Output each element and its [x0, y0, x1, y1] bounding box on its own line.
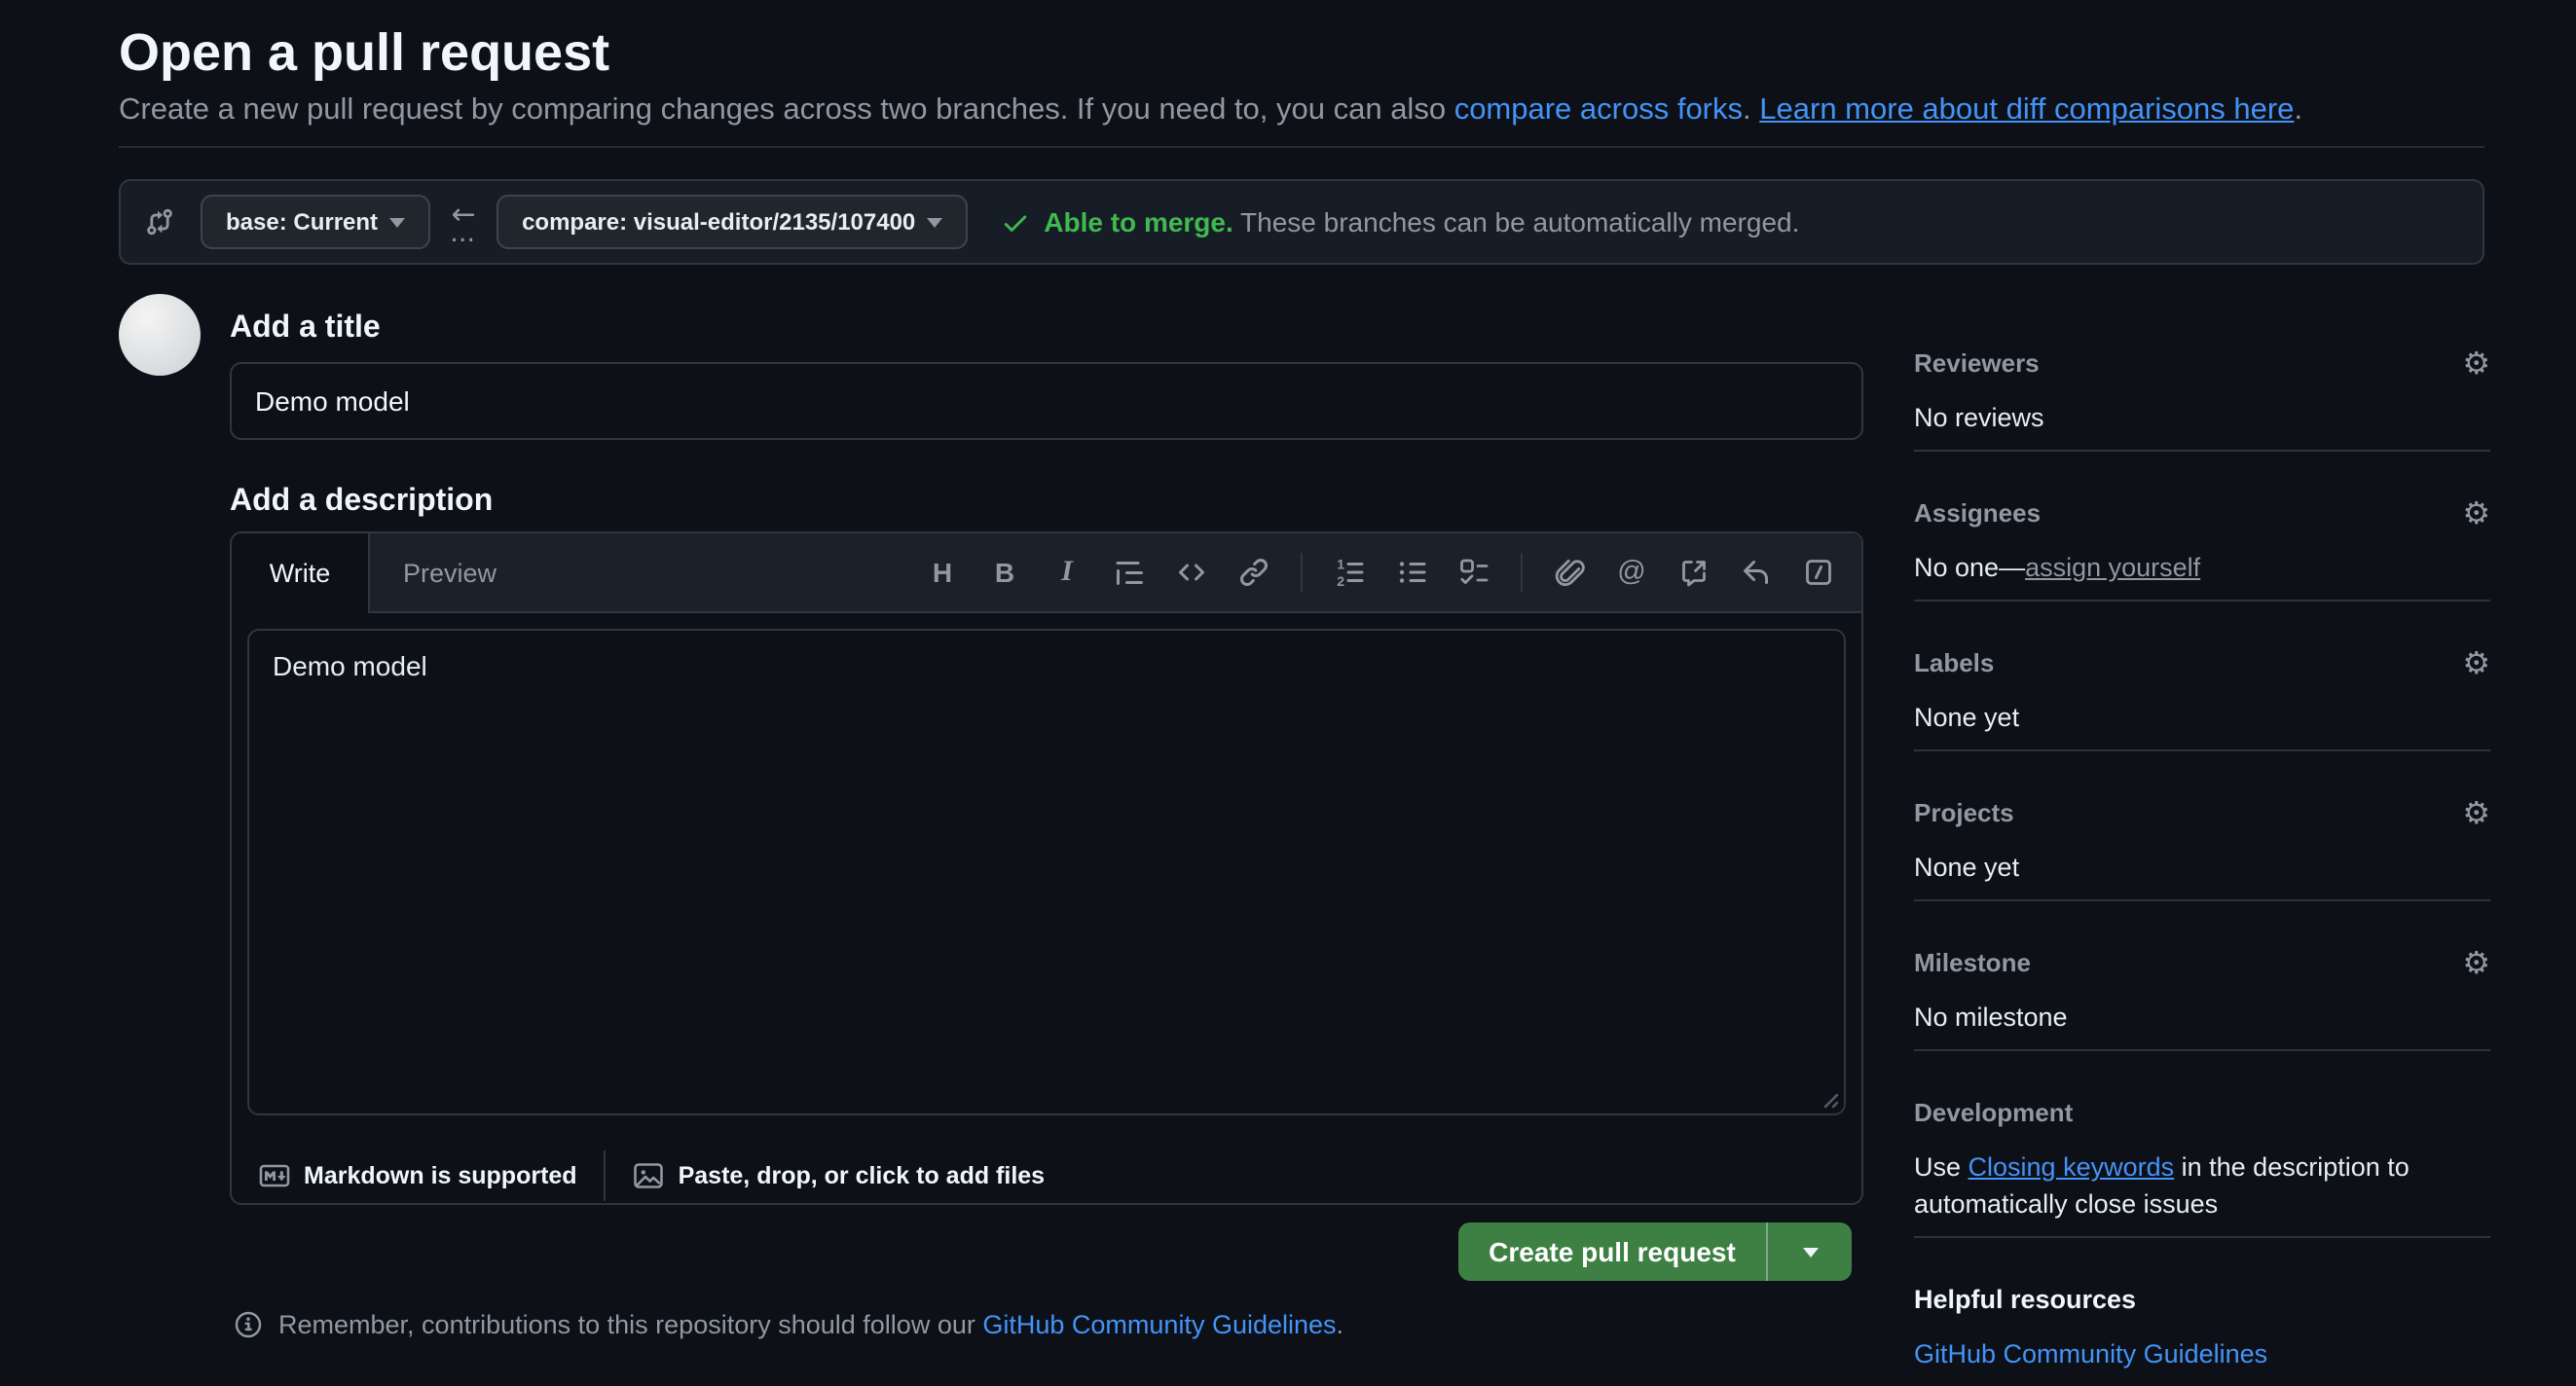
sidebar: Reviewers ⚙ No reviews Assignees ⚙ No one—… — [1914, 348, 2490, 1386]
bold-icon[interactable]: B — [989, 557, 1020, 588]
reviewers-title: Reviewers — [1914, 348, 2040, 380]
sidebar-section-milestone: Milestone ⚙ No milestone — [1914, 901, 2490, 1051]
create-options-dropdown[interactable] — [1766, 1222, 1852, 1281]
markdown-toolbar: H B I @ — [927, 553, 1861, 592]
check-icon — [999, 206, 1030, 237]
diff-comparisons-link[interactable]: Learn more about diff comparisons here — [1759, 93, 2294, 127]
gear-icon[interactable]: ⚙ — [2462, 498, 2490, 529]
pr-compose-page: Open a pull request Create a new pull re… — [0, 0, 2576, 1341]
projects-empty: None yet — [1914, 849, 2490, 886]
bulleted-list-icon[interactable] — [1396, 557, 1427, 588]
closing-keywords-link[interactable]: Closing keywords — [1969, 1152, 2175, 1182]
merge-status: Able to merge. These branches can be aut… — [999, 206, 1799, 237]
labels-empty: None yet — [1914, 699, 2490, 736]
editor-tab-bar: Write Preview H B I @ — [232, 533, 1861, 613]
avatar — [119, 294, 201, 376]
attach-note: Paste, drop, or click to add files — [679, 1162, 1046, 1189]
assignees-empty: No one— — [1914, 553, 2025, 582]
compare-across-forks-link[interactable]: compare across forks — [1454, 93, 1743, 127]
gear-icon[interactable]: ⚙ — [2462, 648, 2490, 679]
merge-status-ok: Able to merge. — [1044, 206, 1233, 237]
chevron-down-icon — [389, 217, 405, 227]
tab-write[interactable]: Write — [232, 533, 370, 613]
branch-compare-bar: base: Current ← … compare: visual-editor… — [119, 179, 2484, 265]
base-branch-selector[interactable]: base: Current — [201, 195, 430, 249]
description-heading: Add a description — [230, 483, 493, 522]
tab-preview[interactable]: Preview — [370, 533, 530, 611]
gear-icon[interactable]: ⚙ — [2462, 798, 2490, 829]
chevron-down-icon — [1802, 1247, 1818, 1257]
note-period: . — [1337, 1309, 1344, 1338]
toolbar-divider — [1521, 553, 1523, 592]
reviewers-empty: No reviews — [1914, 399, 2490, 436]
attach-files-button[interactable]: Paste, drop, or click to add files — [634, 1160, 1046, 1191]
development-title: Development — [1914, 1098, 2073, 1129]
description-editor: Write Preview H B I @ De — [230, 531, 1863, 1205]
title-heading: Add a title — [230, 310, 381, 348]
header-divider — [119, 146, 2484, 148]
heading-icon[interactable]: H — [927, 557, 958, 588]
sidebar-section-reviewers: Reviewers ⚙ No reviews — [1914, 348, 2490, 452]
subtitle-text: Create a new pull request by comparing c… — [119, 93, 1454, 127]
subtitle-period: . — [2294, 93, 2302, 127]
milestone-empty: No milestone — [1914, 999, 2490, 1036]
resize-handle[interactable] — [1817, 1086, 1840, 1110]
code-icon[interactable] — [1176, 557, 1207, 588]
chevron-down-icon — [927, 217, 942, 227]
labels-title: Labels — [1914, 648, 1994, 679]
base-branch-label: base: Current — [226, 208, 378, 236]
page-title: Open a pull request — [119, 19, 609, 86]
branch-direction-indicator: ← … — [450, 201, 477, 243]
markdown-supported-link[interactable]: Markdown is supported — [259, 1160, 577, 1191]
markdown-icon — [259, 1160, 290, 1191]
page-subtitle: Create a new pull request by comparing c… — [119, 90, 2302, 132]
sidebar-section-development: Development Use Closing keywords in the … — [1914, 1051, 2490, 1238]
markdown-note: Markdown is supported — [304, 1162, 577, 1189]
milestone-title: Milestone — [1914, 948, 2031, 979]
sidebar-section-labels: Labels ⚙ None yet — [1914, 602, 2490, 751]
subtitle-separator: . — [1743, 93, 1759, 127]
compare-branch-selector[interactable]: compare: visual-editor/2135/107400 — [497, 195, 968, 249]
community-guidelines-link[interactable]: GitHub Community Guidelines — [982, 1309, 1336, 1338]
info-icon — [232, 1308, 263, 1339]
loading-dots: … — [450, 228, 477, 243]
create-pull-request-button[interactable]: Create pull request — [1458, 1222, 1766, 1281]
task-list-icon[interactable] — [1458, 557, 1490, 588]
image-icon — [634, 1160, 665, 1191]
pr-title-input[interactable] — [230, 362, 1863, 440]
attach-file-icon[interactable] — [1554, 557, 1585, 588]
sidebar-section-helpful-resources: Helpful resources GitHub Community Guide… — [1914, 1238, 2490, 1386]
assign-yourself-link[interactable]: assign yourself — [2025, 553, 2200, 582]
editor-body: Demo model — [232, 613, 1861, 1131]
toolbar-divider — [1301, 553, 1303, 592]
editor-footer: Markdown is supported Paste, drop, or cl… — [232, 1131, 1861, 1221]
link-icon[interactable] — [1238, 557, 1270, 588]
note-text: Remember, contributions to this reposito… — [278, 1309, 982, 1338]
quote-icon[interactable] — [1114, 557, 1145, 588]
slash-commands-icon[interactable] — [1803, 557, 1834, 588]
cross-reference-icon[interactable] — [1678, 557, 1710, 588]
create-pull-request-split-button: Create pull request — [1458, 1222, 1852, 1281]
pr-description-textarea[interactable]: Demo model — [247, 629, 1846, 1115]
helpful-resources-title: Helpful resources — [1914, 1285, 2136, 1316]
merge-status-detail: These branches can be automatically merg… — [1233, 206, 1800, 237]
footer-divider — [605, 1150, 607, 1201]
projects-title: Projects — [1914, 798, 2014, 829]
sidebar-section-projects: Projects ⚙ None yet — [1914, 751, 2490, 901]
sidebar-section-assignees: Assignees ⚙ No one—assign yourself — [1914, 452, 2490, 602]
gear-icon[interactable]: ⚙ — [2462, 948, 2490, 979]
numbered-list-icon[interactable] — [1334, 557, 1365, 588]
mention-icon[interactable]: @ — [1616, 557, 1647, 588]
assignees-title: Assignees — [1914, 498, 2041, 529]
italic-icon[interactable]: I — [1051, 557, 1083, 588]
development-text: Use — [1914, 1152, 1969, 1182]
community-guidelines-sidebar-link[interactable]: GitHub Community Guidelines — [1914, 1339, 2267, 1368]
contribution-note: Remember, contributions to this reposito… — [232, 1308, 1343, 1339]
compare-branch-label: compare: visual-editor/2135/107400 — [522, 208, 915, 236]
git-compare-icon — [144, 206, 175, 237]
gear-icon[interactable]: ⚙ — [2462, 348, 2490, 380]
saved-replies-icon[interactable] — [1741, 557, 1772, 588]
